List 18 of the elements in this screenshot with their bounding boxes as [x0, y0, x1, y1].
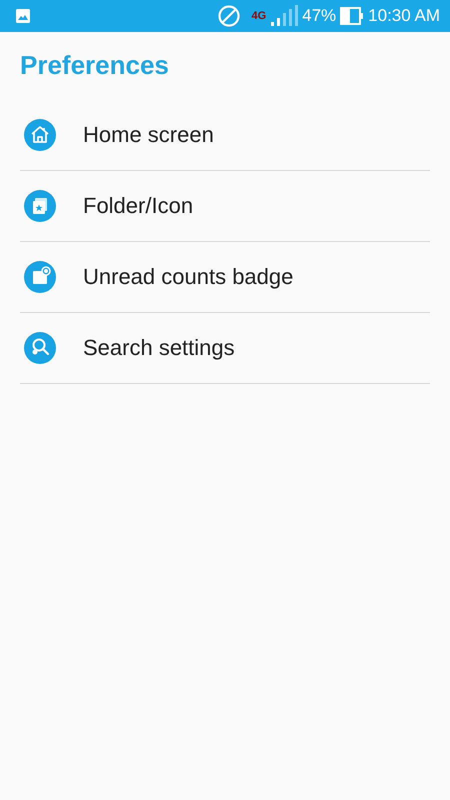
image-icon	[15, 8, 31, 24]
item-label: Unread counts badge	[83, 264, 294, 290]
clock: 10:30 AM	[368, 6, 440, 26]
screen-title: Preferences	[19, 49, 170, 82]
item-label: Home screen	[83, 122, 214, 148]
blocked-icon	[217, 4, 242, 28]
settings-item[interactable]: Home screen	[20, 100, 430, 171]
house-icon	[23, 118, 57, 152]
battery-icon	[340, 7, 364, 25]
settings-item[interactable]: Folder/Icon	[20, 171, 430, 242]
item-label: Search settings	[83, 335, 235, 361]
badge-icon	[23, 260, 57, 294]
battery-percent: 47%	[302, 6, 336, 26]
network-type: 4G	[251, 10, 266, 22]
settings-item[interactable]: Search settings	[20, 313, 430, 384]
item-label: Folder/Icon	[83, 193, 194, 219]
signal-icon	[270, 5, 298, 27]
settings-item[interactable]: Unread counts badge	[20, 242, 430, 313]
